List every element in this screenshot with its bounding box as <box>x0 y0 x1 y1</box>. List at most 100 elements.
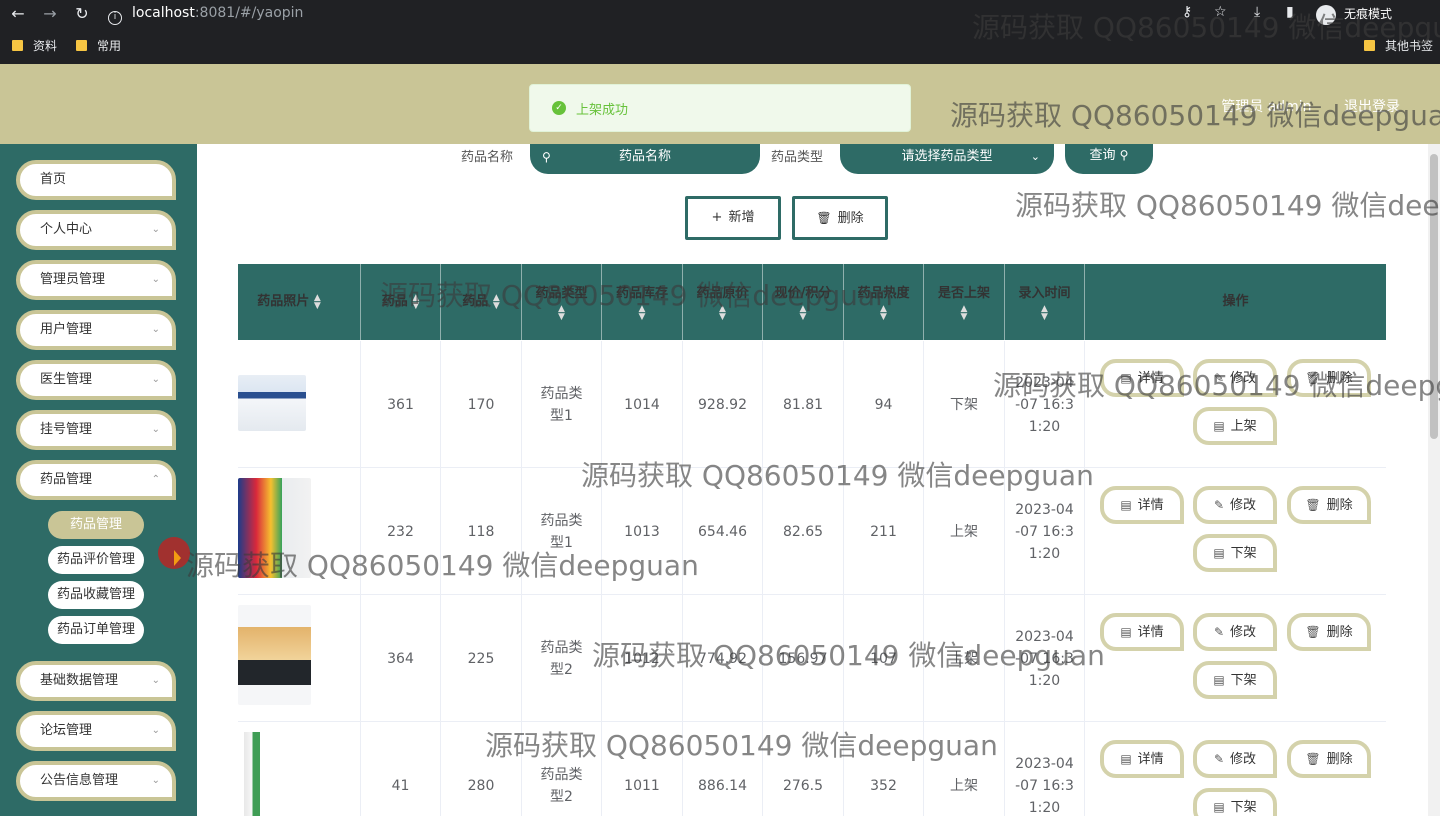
sidebar-item-notice[interactable]: 公告信息管理 ⌄ <box>16 761 176 801</box>
sidebar-item-admin[interactable]: 管理员管理 ⌄ <box>16 260 176 300</box>
incognito-badge[interactable]: 无痕模式 <box>1316 3 1392 25</box>
edit-button[interactable]: ✎ 修改 <box>1193 613 1277 651</box>
address-bar[interactable]: i localhost:8081/#/yaopin <box>108 2 868 25</box>
forward-icon[interactable]: → <box>40 4 60 24</box>
reload-icon[interactable]: ↻ <box>72 4 92 24</box>
sidepanel-icon[interactable]: ▮ <box>1286 4 1294 20</box>
col-header-type[interactable]: 药品类型 ▲ ▼ <box>522 264 602 340</box>
query-button[interactable]: 查询 ⚲ <box>1065 144 1153 174</box>
edit-button[interactable]: ✎ 修改 <box>1193 740 1277 778</box>
sidebar-item-label: 论坛管理 <box>40 723 93 738</box>
toggle-label: 下架 <box>1230 800 1257 815</box>
table-row: 41 280 药品类型2 1011 886.14 276.5 352 上架 20… <box>238 722 1386 816</box>
sidebar-item-label: 公告信息管理 <box>40 773 119 788</box>
col-header-now[interactable]: 现价/积分 ▲ ▼ <box>763 264 844 340</box>
detail-button[interactable]: ▤ 详情 <box>1100 359 1184 397</box>
delete-button[interactable]: 🗑 删除 <box>1287 613 1371 651</box>
col-header-price[interactable]: 药品原价 ▲ ▼ <box>683 264 763 340</box>
sidebar-item-basedata[interactable]: 基础数据管理 ⌄ <box>16 661 176 701</box>
bookmark-folder[interactable]: 资料 <box>12 38 57 54</box>
batch-delete-button[interactable]: 🗑 删除 <box>792 196 888 240</box>
chevron-down-icon: ⌄ <box>151 224 160 235</box>
col-header-3[interactable]: 药品 ▲ ▼ <box>441 264 522 340</box>
search-name-input[interactable]: ⚲ 药品名称 <box>530 144 760 174</box>
document-icon: ▤ <box>1213 800 1225 814</box>
bookmark-label: 常用 <box>97 39 122 53</box>
pencil-icon: ✎ <box>1213 371 1225 385</box>
medicine-photo[interactable] <box>238 732 311 816</box>
document-icon: ▤ <box>1213 546 1225 560</box>
download-icon[interactable]: ⤓ <box>1254 4 1260 20</box>
medicine-photo[interactable] <box>238 605 311 705</box>
sidebar-item-registration[interactable]: 挂号管理 ⌄ <box>16 410 176 450</box>
search-type-label: 药品类型 <box>771 150 824 165</box>
trash-icon: 🗑 <box>1305 625 1321 639</box>
medicine-type-select[interactable]: 请选择药品类型 ⌄ <box>840 144 1054 174</box>
col-header-heat[interactable]: 药品热度 ▲ ▼ <box>844 264 924 340</box>
search-icon: ⚲ <box>1119 148 1129 162</box>
scrollbar[interactable] <box>1428 144 1440 816</box>
col-header-status[interactable]: 是否上架 ▲ ▼ <box>924 264 1005 340</box>
folder-icon <box>76 40 87 51</box>
info-icon[interactable]: i <box>108 11 122 25</box>
detail-button[interactable]: ▤ 详情 <box>1100 613 1184 651</box>
back-icon[interactable]: ← <box>8 4 28 24</box>
sidebar-item-home[interactable]: 首页 <box>16 160 176 200</box>
sidebar-item-profile[interactable]: 个人中心 ⌄ <box>16 210 176 250</box>
type-select-placeholder: 请选择药品类型 <box>901 149 993 164</box>
col-header-label: 现价/积分 <box>774 286 832 301</box>
edit-label: 修改 <box>1230 625 1257 640</box>
delete-label: 删除 <box>1326 371 1353 386</box>
success-toast: ✓ 上架成功 <box>529 84 911 132</box>
cell: 361 <box>361 341 441 468</box>
edit-button[interactable]: ✎ 修改 <box>1193 359 1277 397</box>
medicine-photo[interactable] <box>238 478 311 578</box>
medicine-photo[interactable] <box>238 375 306 431</box>
delete-button[interactable]: 🗑 删除 <box>1287 486 1371 524</box>
photo-cell <box>238 595 361 722</box>
col-header-stock[interactable]: 药品库存 ▲ ▼ <box>602 264 683 340</box>
logout-link[interactable]: 退出登录 <box>1344 99 1400 115</box>
bookmark-folder[interactable]: 常用 <box>76 38 121 54</box>
star-icon[interactable]: ☆ <box>1214 4 1227 20</box>
cell-type: 药品类型2 <box>522 722 602 816</box>
other-bookmarks-label: 其他书签 <box>1385 39 1434 53</box>
delete-button[interactable]: 🗑 删除 <box>1287 359 1371 397</box>
cell-time: 2023-04-07 16:31:20 <box>1005 595 1085 722</box>
submenu-medicine-favorite[interactable]: 药品收藏管理 <box>48 581 144 609</box>
toggle-shelf-button[interactable]: ▤ 下架 <box>1193 534 1277 572</box>
detail-button[interactable]: ▤ 详情 <box>1100 486 1184 524</box>
toggle-shelf-button[interactable]: ▤ 下架 <box>1193 788 1277 816</box>
detail-button[interactable]: ▤ 详情 <box>1100 740 1184 778</box>
toggle-shelf-button[interactable]: ▤ 下架 <box>1193 661 1277 699</box>
sidebar-item-forum[interactable]: 论坛管理 ⌄ <box>16 711 176 751</box>
delete-button[interactable]: 🗑 删除 <box>1287 740 1371 778</box>
cell: 41 <box>361 722 441 816</box>
edit-button[interactable]: ✎ 修改 <box>1193 486 1277 524</box>
submenu-medicine-review[interactable]: 药品评价管理 <box>48 546 144 574</box>
folder-icon <box>12 40 23 51</box>
submenu-medicine[interactable]: 药品管理 <box>48 511 144 539</box>
photo-cell <box>238 341 361 468</box>
document-icon: ▤ <box>1213 419 1225 433</box>
col-header-label: 药品类型 <box>535 286 588 301</box>
incognito-label: 无痕模式 <box>1344 7 1393 21</box>
sidebar-item-users[interactable]: 用户管理 ⌄ <box>16 310 176 350</box>
col-header-2[interactable]: 药品 ▲ ▼ <box>361 264 441 340</box>
submenu-medicine-order[interactable]: 药品订单管理 <box>48 616 144 644</box>
sidebar-item-doctors[interactable]: 医生管理 ⌄ <box>16 360 176 400</box>
add-button[interactable]: + 新增 <box>685 196 781 240</box>
toggle-shelf-button[interactable]: ▤ 上架 <box>1193 407 1277 445</box>
key-icon[interactable]: ⚷ <box>1182 4 1192 20</box>
toggle-label: 上架 <box>1230 419 1257 434</box>
col-header-label: 录入时间 <box>1018 286 1071 301</box>
scrollbar-thumb[interactable] <box>1430 154 1438 439</box>
other-bookmarks[interactable]: 其他书签 <box>1364 38 1433 54</box>
sidebar-item-medicine[interactable]: 药品管理 ⌃ <box>16 460 176 500</box>
pencil-icon: ✎ <box>1213 752 1225 766</box>
main-content: 药品名称 ⚲ 药品名称 药品类型 请选择药品类型 ⌄ 查询 ⚲ + 新增 🗑 删除 … <box>197 144 1440 816</box>
col-header-time[interactable]: 录入时间 ▲ ▼ <box>1005 264 1085 340</box>
trash-icon: 🗑 <box>1305 498 1321 512</box>
col-header-photo[interactable]: 药品照片 ▲ ▼ <box>218 264 361 340</box>
cell-status: 上架 <box>924 722 1005 816</box>
